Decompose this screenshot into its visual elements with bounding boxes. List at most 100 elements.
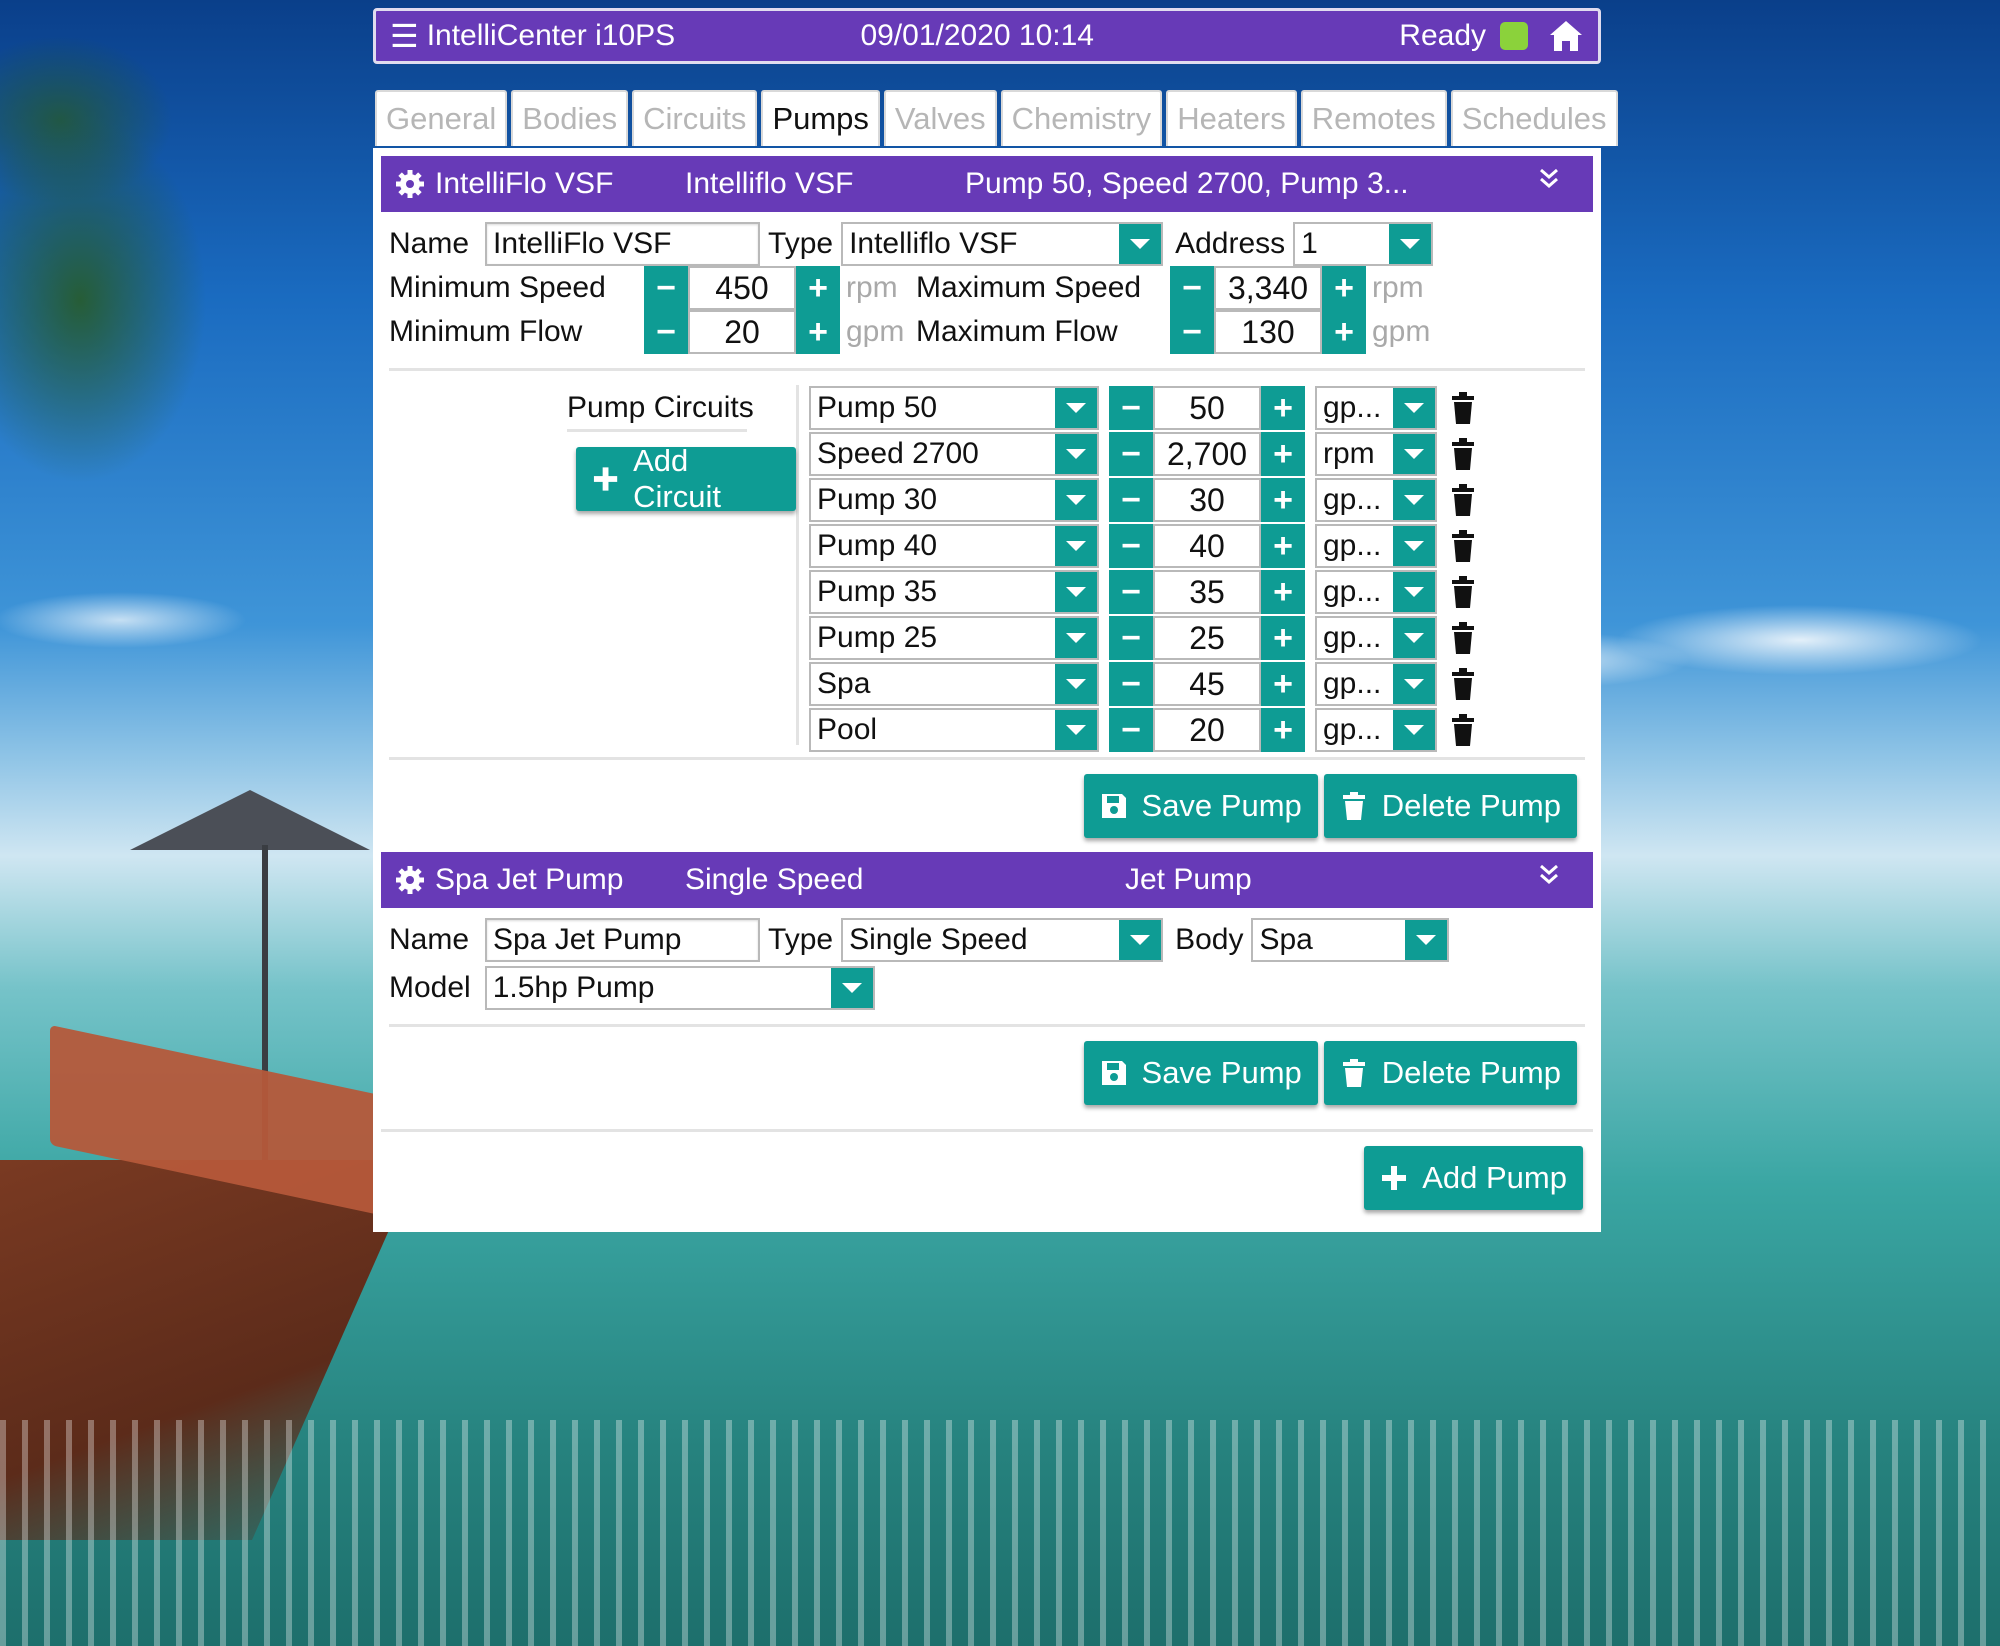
trash-icon[interactable] <box>1451 438 1475 470</box>
collapse-chevrons-icon[interactable] <box>1537 862 1561 894</box>
circuit-value[interactable]: 20 <box>1153 708 1261 752</box>
caret-down-icon[interactable] <box>830 968 873 1008</box>
decrement-button[interactable]: − <box>644 266 688 310</box>
circuit-value-stepper[interactable]: −20 + <box>1109 708 1305 752</box>
caret-down-icon[interactable] <box>1393 572 1435 612</box>
circuit-select[interactable]: Spa <box>809 662 1099 706</box>
min-flow-value[interactable]: 20 <box>688 310 796 354</box>
circuit-value[interactable]: 50 <box>1153 386 1261 430</box>
caret-down-icon[interactable] <box>1393 526 1435 566</box>
circuit-unit-select[interactable]: gp... <box>1315 524 1437 568</box>
pump-header-spa-jet[interactable]: Spa Jet Pump Single Speed Jet Pump <box>381 852 1593 908</box>
increment-button[interactable]: + <box>1261 386 1305 430</box>
trash-icon[interactable] <box>1451 668 1475 700</box>
decrement-button[interactable]: − <box>1109 386 1153 430</box>
decrement-button[interactable]: − <box>1109 662 1153 706</box>
caret-down-icon[interactable] <box>1405 920 1448 960</box>
pump-name-input[interactable]: IntelliFlo VSF <box>485 222 761 266</box>
increment-button[interactable]: + <box>1261 708 1305 752</box>
caret-down-icon[interactable] <box>1055 388 1097 428</box>
increment-button[interactable]: + <box>1261 478 1305 522</box>
pump-type-select[interactable]: Single Speed <box>841 918 1164 962</box>
circuit-value[interactable]: 35 <box>1153 570 1261 614</box>
tab-bodies[interactable]: Bodies <box>511 90 629 146</box>
max-flow-stepper[interactable]: − 130 + <box>1170 310 1366 354</box>
circuit-value-stepper[interactable]: −30 + <box>1109 478 1305 522</box>
circuit-value[interactable]: 25 <box>1153 616 1261 660</box>
caret-down-icon[interactable] <box>1055 526 1097 566</box>
tab-chemistry[interactable]: Chemistry <box>1000 90 1163 146</box>
circuit-unit-select[interactable]: rpm <box>1315 432 1437 476</box>
decrement-button[interactable]: − <box>644 310 688 354</box>
increment-button[interactable]: + <box>1322 310 1366 354</box>
pump-model-select[interactable]: 1.5hp Pump <box>484 966 875 1010</box>
trash-icon[interactable] <box>1451 530 1475 562</box>
pump-type-select[interactable]: Intelliflo VSF <box>841 222 1164 266</box>
circuit-value-stepper[interactable]: −25 + <box>1109 616 1305 660</box>
circuit-select[interactable]: Pump 30 <box>809 478 1099 522</box>
decrement-button[interactable]: − <box>1109 570 1153 614</box>
circuit-select[interactable]: Pump 50 <box>809 386 1099 430</box>
caret-down-icon[interactable] <box>1119 920 1162 960</box>
circuit-unit-select[interactable]: gp... <box>1315 708 1437 752</box>
increment-button[interactable]: + <box>1261 524 1305 568</box>
max-flow-value[interactable]: 130 <box>1214 310 1322 354</box>
save-pump-button[interactable]: Save Pump <box>1083 774 1318 838</box>
max-speed-stepper[interactable]: − 3,340 + <box>1170 266 1366 310</box>
pump-address-select[interactable]: 1 <box>1293 222 1434 266</box>
home-icon[interactable] <box>1548 19 1584 53</box>
circuit-value[interactable]: 30 <box>1153 478 1261 522</box>
delete-pump-button[interactable]: Delete Pump <box>1323 1041 1577 1105</box>
circuit-unit-select[interactable]: gp... <box>1315 662 1437 706</box>
decrement-button[interactable]: − <box>1109 708 1153 752</box>
circuit-select[interactable]: Pump 40 <box>809 524 1099 568</box>
caret-down-icon[interactable] <box>1119 224 1162 264</box>
min-speed-stepper[interactable]: − 450 + <box>644 266 840 310</box>
min-flow-stepper[interactable]: − 20 + <box>644 310 840 354</box>
increment-button[interactable]: + <box>1261 662 1305 706</box>
circuit-unit-select[interactable]: gp... <box>1315 616 1437 660</box>
decrement-button[interactable]: − <box>1170 310 1214 354</box>
circuit-unit-select[interactable]: gp... <box>1315 386 1437 430</box>
circuit-value[interactable]: 40 <box>1153 524 1261 568</box>
caret-down-icon[interactable] <box>1393 710 1435 750</box>
add-pump-button[interactable]: Add Pump <box>1364 1146 1583 1210</box>
max-speed-value[interactable]: 3,340 <box>1214 266 1322 310</box>
circuit-select[interactable]: Pool <box>809 708 1099 752</box>
circuit-value[interactable]: 2,700 <box>1153 432 1261 476</box>
pump-body-select[interactable]: Spa <box>1251 918 1450 962</box>
increment-button[interactable]: + <box>1261 432 1305 476</box>
caret-down-icon[interactable] <box>1055 572 1097 612</box>
caret-down-icon[interactable] <box>1055 480 1097 520</box>
trash-icon[interactable] <box>1451 576 1475 608</box>
caret-down-icon[interactable] <box>1055 710 1097 750</box>
circuit-select[interactable]: Speed 2700 <box>809 432 1099 476</box>
decrement-button[interactable]: − <box>1109 432 1153 476</box>
caret-down-icon[interactable] <box>1393 480 1435 520</box>
caret-down-icon[interactable] <box>1393 388 1435 428</box>
tab-schedules[interactable]: Schedules <box>1450 90 1618 146</box>
circuit-value-stepper[interactable]: −35 + <box>1109 570 1305 614</box>
circuit-value-stepper[interactable]: −45 + <box>1109 662 1305 706</box>
tab-heaters[interactable]: Heaters <box>1166 90 1297 146</box>
increment-button[interactable]: + <box>796 266 840 310</box>
caret-down-icon[interactable] <box>1055 618 1097 658</box>
tab-remotes[interactable]: Remotes <box>1300 90 1447 146</box>
circuit-value-stepper[interactable]: −50 + <box>1109 386 1305 430</box>
min-speed-value[interactable]: 450 <box>688 266 796 310</box>
trash-icon[interactable] <box>1451 622 1475 654</box>
decrement-button[interactable]: − <box>1109 478 1153 522</box>
circuit-unit-select[interactable]: gp... <box>1315 478 1437 522</box>
tab-pumps[interactable]: Pumps <box>761 90 880 146</box>
caret-down-icon[interactable] <box>1393 664 1435 704</box>
caret-down-icon[interactable] <box>1393 434 1435 474</box>
caret-down-icon[interactable] <box>1055 664 1097 704</box>
trash-icon[interactable] <box>1451 484 1475 516</box>
caret-down-icon[interactable] <box>1055 434 1097 474</box>
caret-down-icon[interactable] <box>1389 224 1432 264</box>
decrement-button[interactable]: − <box>1109 524 1153 568</box>
circuit-unit-select[interactable]: gp... <box>1315 570 1437 614</box>
circuit-select[interactable]: Pump 25 <box>809 616 1099 660</box>
tab-circuits[interactable]: Circuits <box>632 90 758 146</box>
hamburger-menu-icon[interactable]: ☰ <box>390 17 419 55</box>
